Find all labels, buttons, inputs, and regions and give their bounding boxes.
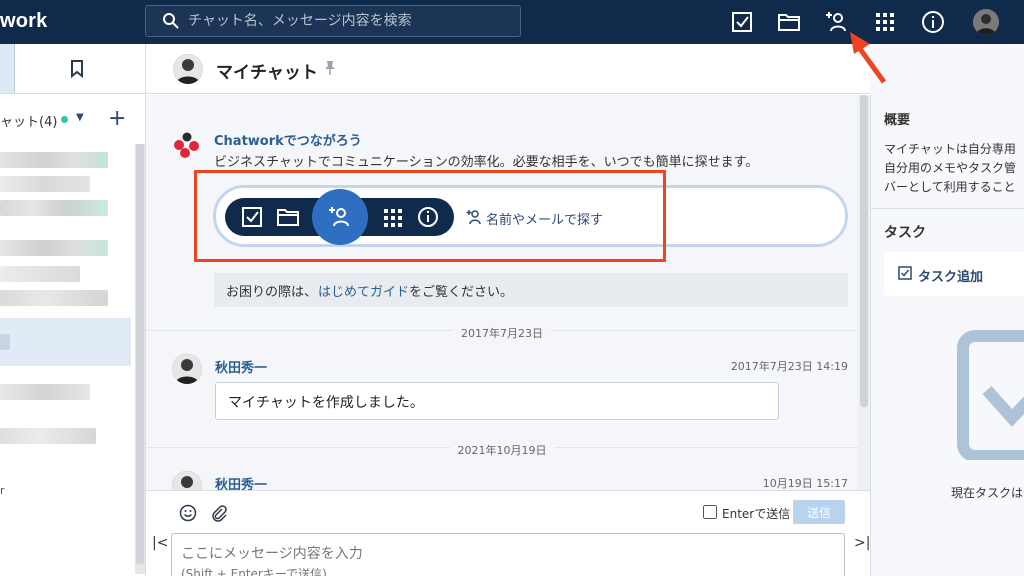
avatar-image <box>173 54 203 84</box>
welcome-description: ビジネスチャットでコミュニケーションの効率化。必要な相手を、いつでも簡単に探せま… <box>214 155 759 170</box>
scrollbar-thumb[interactable] <box>860 95 868 407</box>
task-add-icon <box>898 266 912 280</box>
add-task-label: タスク追加 <box>918 270 984 285</box>
selected-chat-row[interactable] <box>0 318 131 366</box>
folder-icon[interactable] <box>777 10 801 34</box>
message-author[interactable]: 秋田秀一 <box>215 474 267 490</box>
list-item[interactable] <box>0 266 80 282</box>
message-input-placeholder: ここにメッセージ内容を入力 <box>181 546 363 562</box>
empty-task-icon <box>957 330 1024 460</box>
room-title: マイチャット <box>216 63 318 83</box>
overview-title: 概要 <box>884 113 911 128</box>
overview-line: 自分用のメモやタスク管 <box>884 161 1017 175</box>
search-icon <box>163 13 179 29</box>
chatwork-logo-icon <box>174 132 199 158</box>
pin-icon[interactable] <box>324 60 336 76</box>
search-box[interactable] <box>145 5 521 37</box>
info-icon[interactable] <box>921 10 945 34</box>
message-input-hint: (Shift + Enterキーで送信) <box>181 567 327 576</box>
avatar-image <box>172 354 202 384</box>
user-avatar[interactable] <box>973 9 999 35</box>
no-task-message: 現在タスクは <box>951 486 1024 500</box>
message-timestamp: 10月19日 15:17 <box>762 477 848 490</box>
guide-prefix: お困りの際は、 <box>226 285 318 300</box>
search-input[interactable] <box>188 6 508 36</box>
room-header: マイチャット <box>146 44 870 94</box>
send-button[interactable]: 送信 <box>793 500 845 524</box>
message-author[interactable]: 秋田秀一 <box>215 357 267 376</box>
message-avatar[interactable] <box>172 354 202 384</box>
list-item[interactable] <box>0 240 108 256</box>
list-item[interactable] <box>0 428 96 444</box>
message-timeline: Chatworkでつながろう ビジネスチャットでコミュニケーションの効率化。必要… <box>146 95 858 490</box>
guide-link[interactable]: はじめてガイド <box>318 281 409 300</box>
attachment-icon[interactable] <box>210 504 228 522</box>
date-separator: 2017年7月23日 <box>146 325 858 341</box>
chat-list-header[interactable]: ャット(4) ▼ + <box>0 106 140 131</box>
app-logo[interactable]: work <box>0 10 47 33</box>
list-item[interactable] <box>0 384 90 400</box>
chat-room: マイチャット Chatworkでつながろう ビジネスチャットでコミュニケーション… <box>146 44 870 576</box>
annotation-arrow <box>850 32 887 84</box>
sidebar: ャット(4) ▼ + r <box>0 44 146 576</box>
bookmark-icon[interactable] <box>70 60 84 78</box>
overview-line: バーとして利用すること <box>884 180 1016 194</box>
message-avatar[interactable] <box>172 471 202 490</box>
guide-suffix: をご覧ください。 <box>409 285 514 300</box>
avatar-image <box>172 471 202 490</box>
chevron-right-icon[interactable]: >| <box>854 535 870 551</box>
message-text: マイチャットを作成しました。 <box>228 395 424 411</box>
date-separator: 2021年10月19日 <box>146 442 858 458</box>
sidebar-scrollbar[interactable] <box>135 144 145 574</box>
list-item[interactable] <box>0 200 108 216</box>
message-timestamp: 2017年7月23日 14:19 <box>730 360 848 373</box>
room-avatar[interactable] <box>173 54 203 84</box>
sidebar-tabs <box>0 44 145 94</box>
task-icon[interactable] <box>730 10 754 34</box>
message-body: マイチャットを作成しました。 <box>215 382 779 420</box>
timeline-scrollbar[interactable] <box>858 95 870 490</box>
date-label: 2021年10月19日 <box>449 444 555 457</box>
message-input[interactable]: ここにメッセージ内容を入力 (Shift + Enterキーで送信) <box>171 533 845 576</box>
tab-chats[interactable] <box>0 44 15 93</box>
guide-banner: お困りの際は、 はじめてガイド をご覧ください。 <box>214 273 848 307</box>
room-info-panel: 概要 マイチャットは自分専用 自分用のメモやタスク管 バーとして利用すること タ… <box>870 94 1024 576</box>
add-chat-button[interactable]: + <box>108 106 126 131</box>
emoji-icon[interactable] <box>179 504 197 522</box>
message-composer: Enterで送信 送信 |< >| ここにメッセージ内容を入力 (Shift +… <box>146 490 870 576</box>
list-item[interactable] <box>0 334 10 350</box>
enter-to-send-checkbox[interactable] <box>703 505 717 519</box>
enter-to-send-label: Enterで送信 <box>722 507 791 521</box>
divider <box>871 208 1024 209</box>
user-avatar-image <box>973 9 999 35</box>
chevron-left-icon[interactable]: |< <box>152 535 168 551</box>
scrollbar-thumb[interactable] <box>136 144 144 564</box>
welcome-title: Chatworkでつながろう <box>214 134 362 149</box>
list-item[interactable] <box>0 290 108 306</box>
overview-line: マイチャットは自分専用 <box>884 142 1016 156</box>
highlight-annotation-box <box>194 170 666 262</box>
sidebar-fragment: r <box>0 484 5 497</box>
list-item[interactable] <box>0 176 90 192</box>
chat-list-filter-label: ャット(4) <box>0 115 58 130</box>
date-label: 2017年7月23日 <box>453 327 551 340</box>
chevron-down-icon[interactable]: ▼ <box>76 112 84 123</box>
task-section-title: タスク <box>884 225 926 241</box>
unread-dot <box>61 116 68 123</box>
add-task-button[interactable]: タスク追加 <box>884 252 1024 296</box>
overview-description: マイチャットは自分専用 自分用のメモやタスク管 バーとして利用すること <box>884 140 1016 197</box>
list-item[interactable] <box>0 152 108 168</box>
